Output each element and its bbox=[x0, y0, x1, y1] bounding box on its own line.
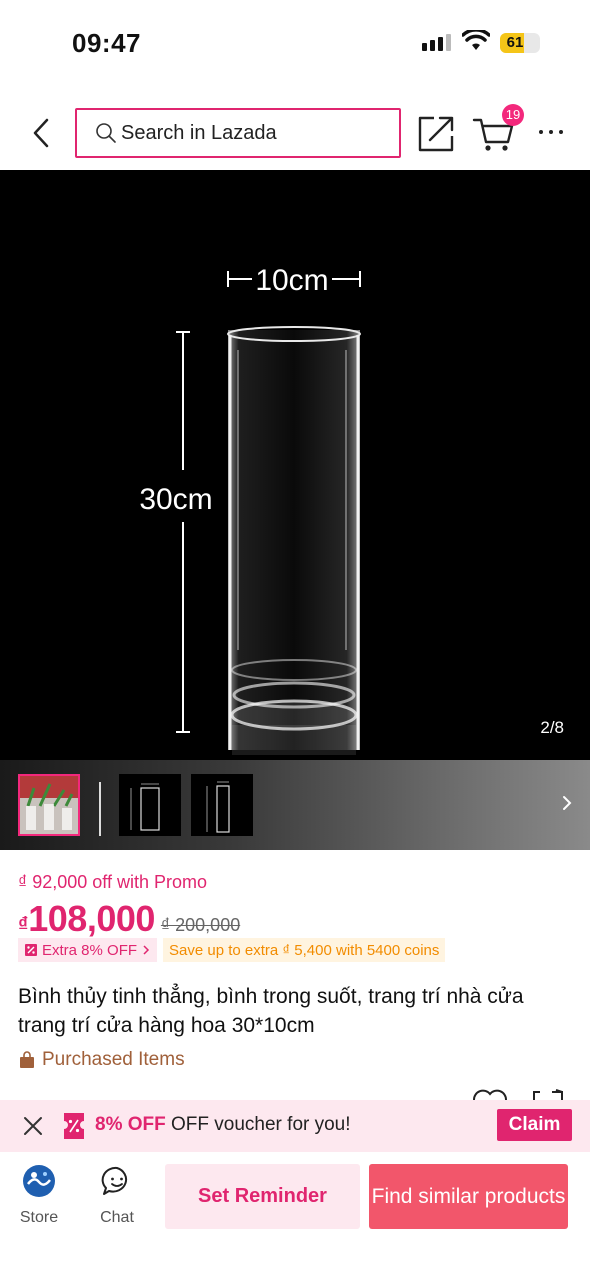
chevron-right-icon[interactable] bbox=[560, 792, 574, 814]
width-dimension-label: 10cm bbox=[255, 264, 328, 297]
extra-discount-badge[interactable]: Extra 8% OFF bbox=[18, 938, 158, 962]
price-row: ₫ 108,000 ₫ 200,000 bbox=[18, 898, 240, 940]
voucher-percent-icon bbox=[64, 1113, 84, 1139]
voucher-text: OFF voucher for you! bbox=[171, 1114, 351, 1135]
more-options-button[interactable] bbox=[536, 120, 566, 144]
cellular-signal-icon bbox=[422, 34, 451, 51]
search-icon bbox=[96, 123, 116, 143]
find-similar-button[interactable]: Find similar products bbox=[369, 1164, 568, 1229]
purchased-items[interactable]: Purchased Items bbox=[18, 1049, 185, 1071]
chat-icon bbox=[101, 1166, 128, 1195]
thumbnail-3[interactable] bbox=[191, 774, 253, 836]
promo-text: ₫ 92,000 off with Promo bbox=[18, 872, 208, 892]
discount-badges: Extra 8% OFF Save up to extra ₫ 5,400 wi… bbox=[18, 938, 446, 962]
product-image[interactable]: 10cm 30cm 2/8 bbox=[0, 170, 590, 760]
thumbnail-2[interactable] bbox=[119, 774, 181, 836]
battery-level: 61 bbox=[506, 34, 524, 51]
voucher-highlight: 8% OFF bbox=[95, 1114, 166, 1135]
chevron-right-icon bbox=[143, 945, 150, 955]
wifi-icon bbox=[462, 30, 490, 50]
dot-icon bbox=[559, 130, 563, 134]
purchased-items-label: Purchased Items bbox=[42, 1049, 185, 1070]
height-dimension-label: 30cm bbox=[139, 483, 212, 516]
vase-thumbnail bbox=[119, 774, 181, 836]
original-price: ₫ 200,000 bbox=[160, 915, 241, 935]
voucher-message: 8% OFF OFF voucher for you! bbox=[95, 1114, 351, 1136]
thumbnail-strip bbox=[0, 760, 590, 850]
back-button[interactable] bbox=[24, 112, 58, 154]
chat-label: Chat bbox=[100, 1209, 134, 1226]
wishlist-share-icons-partial bbox=[473, 1089, 563, 1100]
status-time: 09:47 bbox=[72, 28, 141, 58]
chevron-left-icon bbox=[33, 118, 49, 148]
top-nav: Search in Lazada 19 bbox=[0, 100, 590, 166]
status-bar: 09:47 61 bbox=[0, 0, 590, 90]
voucher-tag-icon bbox=[25, 944, 37, 956]
coins-badge: Save up to extra ₫ 5,400 with 5400 coins bbox=[163, 938, 446, 962]
share-icon[interactable] bbox=[416, 114, 456, 154]
vase-thumbnail bbox=[191, 774, 253, 836]
glass-vase-illustration: 10cm 30cm bbox=[139, 264, 361, 755]
store-label: Store bbox=[19, 1209, 59, 1226]
shopping-bag-icon bbox=[20, 1051, 34, 1068]
current-price: 108,000 bbox=[28, 898, 155, 939]
store-logo-icon bbox=[23, 1165, 55, 1197]
cart-button[interactable]: 19 bbox=[472, 104, 524, 154]
chat-button[interactable]: Chat bbox=[82, 1164, 152, 1234]
flower-vase-thumbnail bbox=[20, 776, 78, 834]
search-placeholder: Search in Lazada bbox=[121, 121, 277, 144]
claim-button[interactable]: Claim bbox=[497, 1109, 572, 1141]
cart-count-badge: 19 bbox=[502, 104, 524, 126]
thumbnail-divider bbox=[99, 782, 101, 836]
battery-icon: 61 bbox=[500, 33, 540, 53]
bottom-action-bar: Store Chat Set Reminder Find similar pro… bbox=[0, 1152, 590, 1280]
dot-icon bbox=[539, 130, 543, 134]
close-icon[interactable] bbox=[22, 1115, 44, 1137]
extra-discount-label: Extra 8% OFF bbox=[42, 941, 138, 959]
voucher-banner: 8% OFF OFF voucher for you! Claim bbox=[0, 1100, 590, 1152]
store-button[interactable]: Store bbox=[4, 1164, 74, 1234]
currency-symbol: ₫ bbox=[18, 914, 29, 936]
image-counter: 2/8 bbox=[540, 718, 564, 737]
dot-icon bbox=[549, 130, 553, 134]
set-reminder-button[interactable]: Set Reminder bbox=[165, 1164, 360, 1229]
thumbnail-1[interactable] bbox=[18, 774, 80, 836]
product-title: Bình thủy tinh thẳng, bình trong suốt, t… bbox=[18, 985, 524, 1037]
search-bar[interactable]: Search in Lazada bbox=[75, 108, 401, 158]
